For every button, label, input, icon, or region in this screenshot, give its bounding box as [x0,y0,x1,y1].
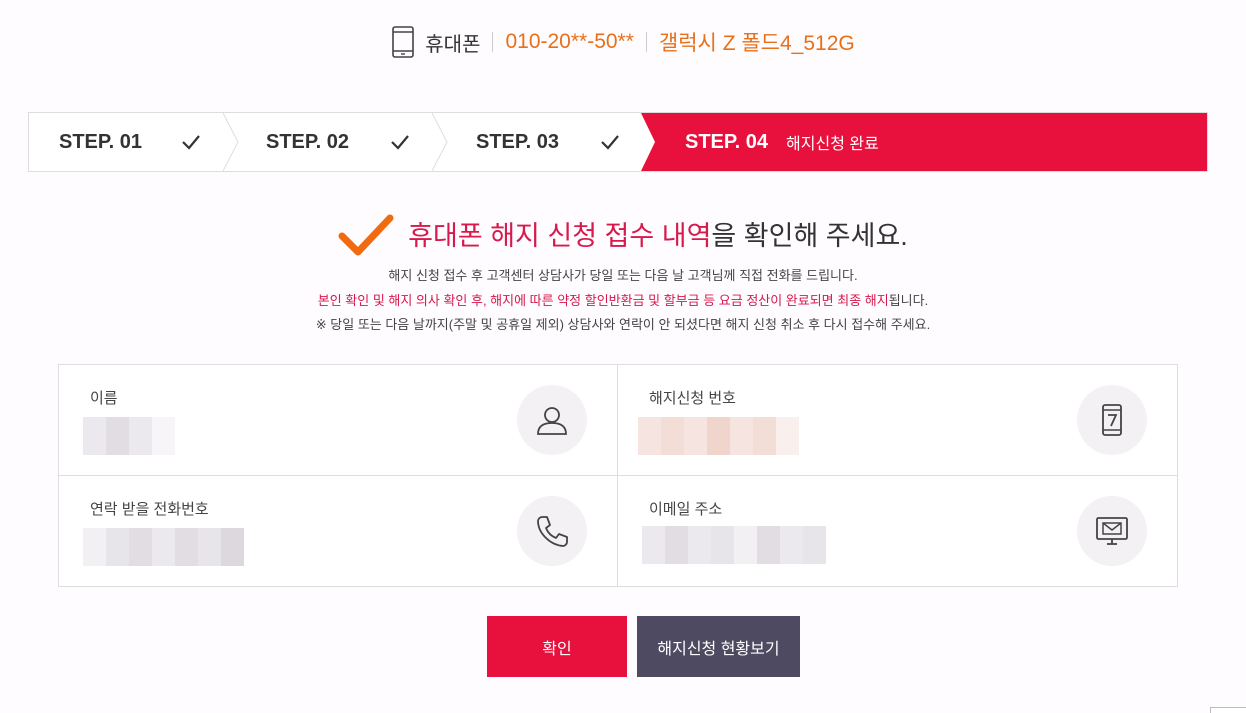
contact-phone-masked [83,527,244,566]
confirm-button[interactable]: 확인 [487,616,627,677]
checkmark-icon [391,135,409,150]
device-summary: 휴대폰 010-20**-50** 갤럭시 Z 폴드4_512G [0,24,1246,60]
name-label: 이름 [90,390,118,407]
step-label: STEP. 04 [685,130,769,153]
contact-phone-field: 연락 받을 전화번호 [59,475,618,586]
notice-line-1: 해지 신청 접수 후 고객센터 상담사가 당일 또는 다음 날 고객님께 직접 … [388,268,858,283]
email-value-masked [642,525,826,564]
action-buttons: 확인 해지신청 현황보기 [0,616,1246,677]
title-rest: 을 확인해 주세요. [711,220,908,251]
step-04-active: STEP. 04 해지신청 완료 [641,113,1207,171]
divider [492,32,494,52]
checkmark-icon [182,135,200,150]
contact-phone-label: 연락 받을 전화번호 [90,500,209,518]
checkmark-icon [338,214,394,256]
notice-line-3: ※ 당일 또는 다음 날까지(주말 및 공휴일 제외) 상담사와 연락이 안 되… [315,317,931,332]
step-divider [432,113,448,171]
step-divider [223,113,239,171]
device-type: 휴대폰 [425,33,481,56]
title-highlight: 휴대폰 해지 신청 접수 내역 [408,220,712,251]
notice-line-2: 본인 확인 및 해지 의사 확인 후, 해지에 따른 약정 할인반환금 및 할부… [0,290,1246,309]
divider [645,32,647,52]
step-02: STEP. 02 [225,113,448,171]
step-label: STEP. 02 [266,130,350,153]
mobile-phone-icon [392,26,415,58]
request-number-label: 해지신청 번호 [649,390,736,407]
phone-number-icon [1077,385,1147,455]
step-label: STEP. 01 [59,130,143,153]
device-number: 010-20**-50** [505,30,634,53]
device-model: 갤럭시 Z 폴드4_512G [658,32,855,55]
name-field: 이름 [59,365,618,476]
email-label: 이메일 주소 [649,500,723,518]
page-title: 휴대폰 해지 신청 접수 내역 을 확인해 주세요. [0,206,1246,260]
step-03: STEP. 03 [434,113,641,171]
checkmark-icon [601,135,619,150]
request-number-masked [638,417,799,455]
step-label: STEP. 03 [476,130,560,153]
step-01: STEP. 01 [29,113,239,171]
corner-widget [1210,707,1246,713]
step-progress: STEP. 01 STEP. 02 STEP. 03 STEP. 04 해지신청… [28,112,1208,172]
notice-highlight: 본인 확인 및 해지 의사 확인 후, 해지에 따른 약정 할인반환금 및 할부… [317,293,889,308]
request-number-field: 해지신청 번호 [618,365,1177,476]
view-status-button[interactable]: 해지신청 현황보기 [637,616,800,677]
monitor-mail-icon [1077,495,1147,566]
request-details: 이름 해지신청 번호 연락 받을 전화번호 이메일 주소 [58,364,1178,587]
name-value-masked [83,417,175,455]
telephone-handset-icon [517,495,587,566]
user-icon [517,385,587,455]
notice-tail: 됩니다. [888,293,929,308]
step-description: 해지신청 완료 [786,136,879,153]
email-field: 이메일 주소 [618,476,1177,587]
